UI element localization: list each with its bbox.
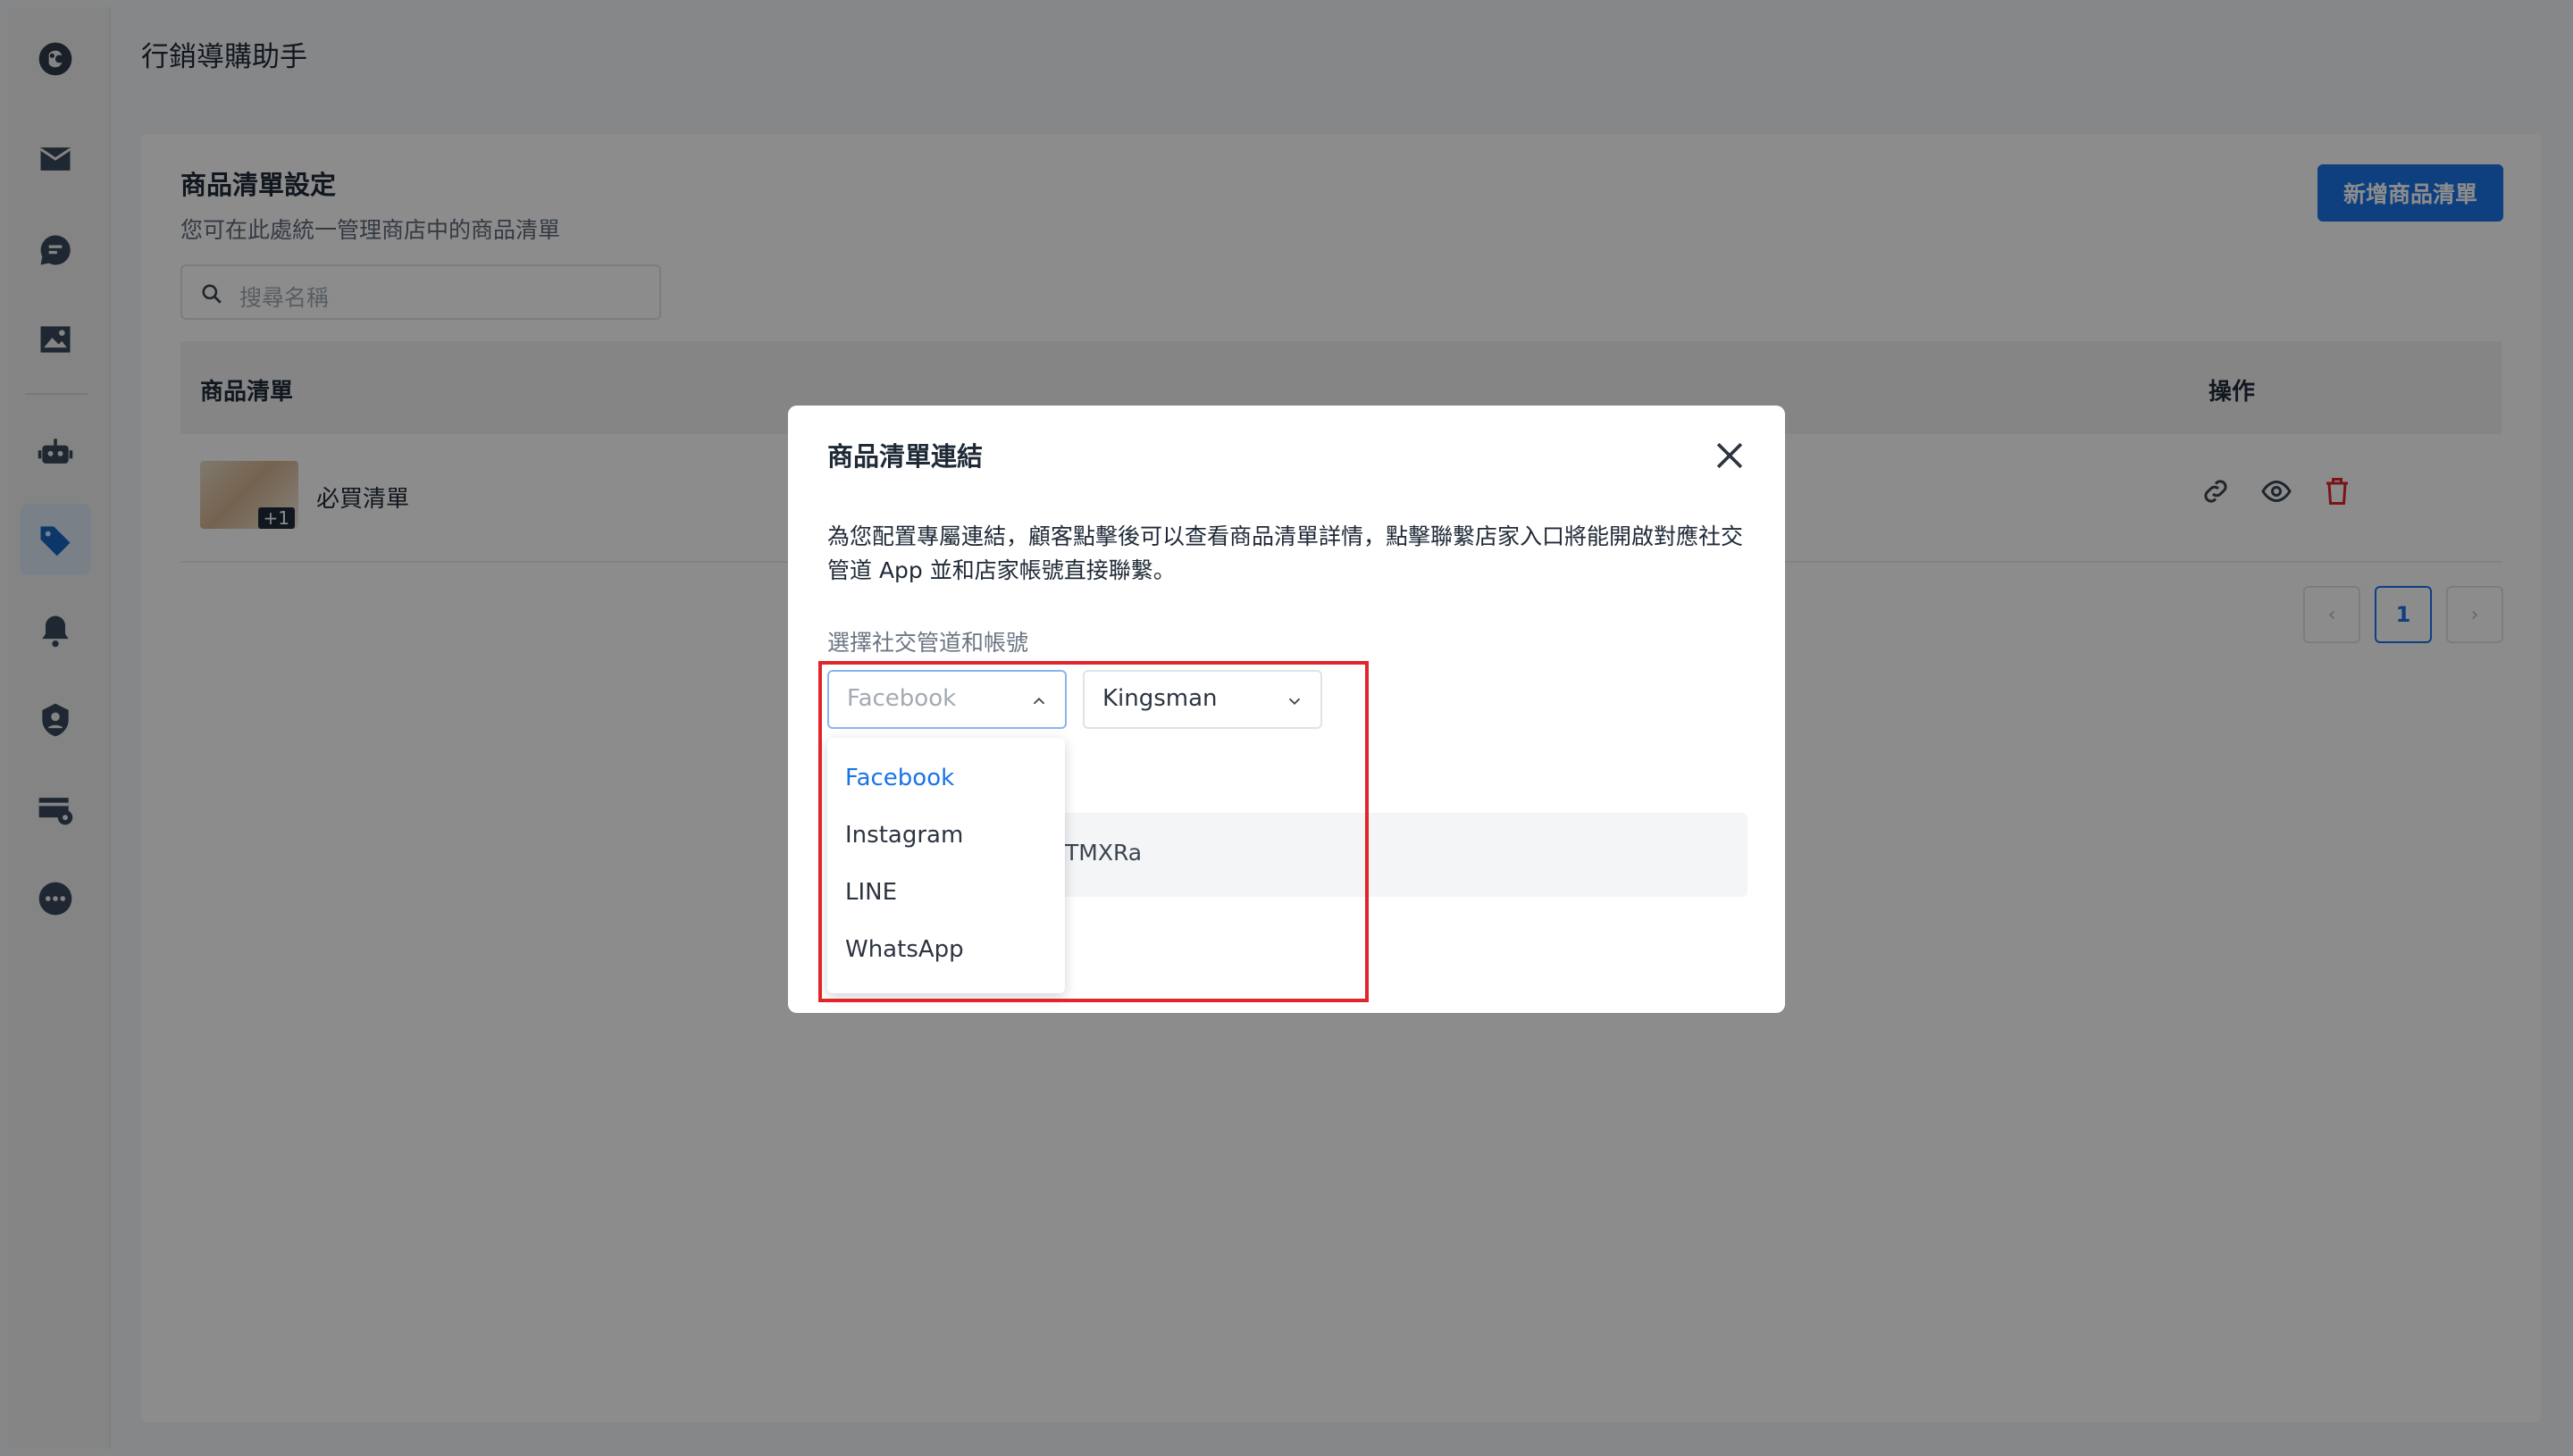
close-icon[interactable] (1710, 436, 1749, 475)
channel-field-label: 選擇社交管道和帳號 (827, 630, 1029, 656)
annotation-highlight-box (818, 661, 1369, 1002)
modal-title: 商品清單連結 (827, 441, 984, 472)
modal-description: 為您配置專屬連結，顧客點擊後可以查看商品清單詳情，點擊聯繫店家入口將能開啟對應社… (827, 523, 1744, 583)
